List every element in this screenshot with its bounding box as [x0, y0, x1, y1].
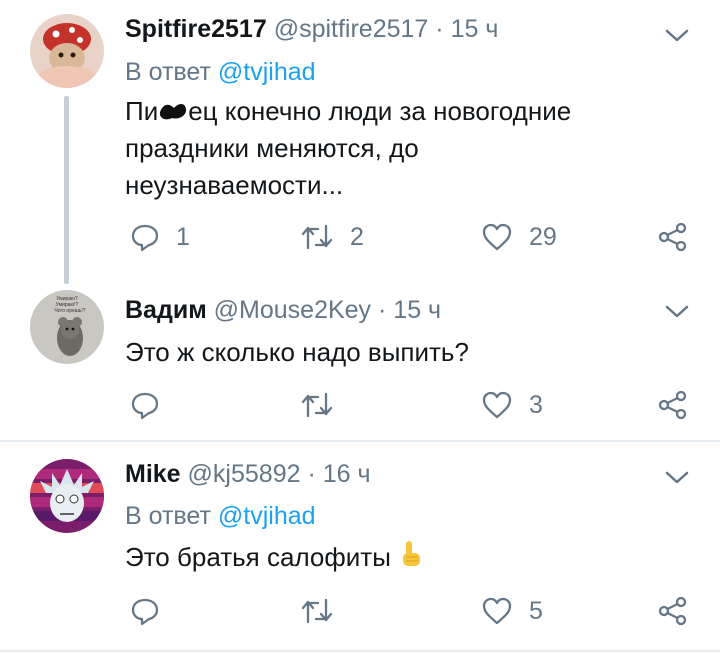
like-count: 5 — [529, 596, 543, 625]
share-button[interactable] — [657, 220, 689, 254]
timestamp[interactable]: 15 ч — [393, 296, 441, 324]
retweet-icon — [301, 224, 333, 250]
tweet-header: Mike @kj55892 · 16 ч — [125, 460, 371, 489]
reply-icon — [131, 392, 159, 420]
like-button[interactable]: 29 — [481, 220, 557, 254]
tweet-actions: 3 — [125, 388, 695, 422]
separator: · — [378, 296, 387, 324]
tweet-text-line-1: Пи ец конечно люди за новогодние — [125, 93, 571, 130]
author-handle[interactable]: @spitfire2517 — [274, 15, 429, 43]
retweet-count: 2 — [350, 222, 364, 251]
tweet-text-fragment: ец конечно люди за новогодние — [188, 96, 572, 126]
tweet-header: Вадим @Mouse2Key · 15 ч — [125, 296, 441, 325]
retweet-icon — [301, 598, 333, 624]
retweet-icon — [301, 392, 333, 418]
reply-count: 1 — [176, 222, 190, 251]
tweet-text-fragment: Пи — [125, 96, 159, 126]
separator: · — [435, 15, 444, 43]
like-count: 29 — [529, 222, 557, 251]
reply-context: В ответ @tvjihad — [125, 502, 316, 531]
reply-button[interactable]: 1 — [130, 220, 190, 254]
retweet-button[interactable]: 2 — [300, 220, 364, 254]
like-button[interactable]: 3 — [481, 388, 543, 422]
heart-icon — [482, 223, 512, 251]
timestamp[interactable]: 15 ч — [451, 15, 499, 43]
pointing-up-emoji-icon — [403, 541, 421, 566]
tweet-text-line-2: праздники меняются, до — [125, 133, 419, 163]
author-name[interactable]: Вадим — [125, 296, 207, 324]
reply-icon — [131, 598, 159, 626]
reply-prefix: В ответ — [125, 58, 211, 86]
reply-prefix: В ответ — [125, 502, 211, 530]
divider — [0, 650, 720, 652]
author-handle[interactable]: @Mouse2Key — [214, 296, 371, 324]
tweet-text-content: Это братья салофиты — [125, 542, 391, 572]
tweet-header: Spitfire2517 @spitfire2517 · 15 ч — [125, 15, 498, 44]
avatar[interactable] — [30, 14, 104, 88]
tweet-1[interactable]: Spitfire2517 @spitfire2517 · 15 ч В отве… — [0, 0, 720, 290]
heart-icon — [482, 597, 512, 625]
reply-button[interactable] — [130, 594, 160, 628]
reply-context: В ответ @tvjihad — [125, 58, 316, 87]
retweet-button[interactable] — [300, 594, 334, 628]
tweet-text-line-3: неузнаваемости... — [125, 170, 344, 200]
tweet-2[interactable]: Умираю? Умираю!? Чего орешь!? Вадим @Mou… — [0, 290, 720, 440]
avatar[interactable]: Умираю? Умираю!? Чего орешь!? — [30, 290, 104, 364]
share-icon — [658, 222, 687, 252]
reply-button[interactable] — [130, 388, 160, 422]
chevron-down-icon[interactable] — [664, 304, 690, 320]
reply-mention-link[interactable]: @tvjihad — [218, 502, 316, 530]
author-handle[interactable]: @kj55892 — [188, 460, 301, 488]
separator: · — [307, 460, 316, 488]
reply-icon — [131, 224, 159, 252]
censor-scribble-icon — [160, 104, 187, 120]
heart-icon — [482, 391, 512, 419]
share-button[interactable] — [657, 594, 689, 628]
tweet-3[interactable]: Mike @kj55892 · 16 ч В ответ @tvjihad Эт… — [0, 442, 720, 650]
chevron-down-icon[interactable] — [664, 470, 690, 486]
author-name[interactable]: Spitfire2517 — [125, 15, 267, 43]
tweet-actions: 5 — [125, 594, 695, 628]
like-button[interactable]: 5 — [481, 594, 543, 628]
tweet-text: Пи ец конечно люди за новогодние праздник… — [125, 93, 571, 204]
share-button[interactable] — [657, 388, 689, 422]
share-icon — [658, 596, 687, 626]
tweet-text: Это братья салофиты — [125, 539, 424, 576]
svg-text:Чего орешь!?: Чего орешь!? — [54, 308, 85, 314]
like-count: 3 — [529, 390, 543, 419]
retweet-button[interactable] — [300, 388, 334, 422]
author-name[interactable]: Mike — [125, 460, 181, 488]
timestamp[interactable]: 16 ч — [323, 460, 371, 488]
thread-line — [64, 96, 69, 284]
tweet-actions: 1 2 29 — [125, 220, 695, 254]
chevron-down-icon[interactable] — [664, 28, 690, 44]
avatar[interactable] — [30, 459, 104, 533]
share-icon — [658, 390, 687, 420]
tweet-text: Это ж сколько надо выпить? — [125, 337, 469, 367]
reply-mention-link[interactable]: @tvjihad — [218, 58, 316, 86]
